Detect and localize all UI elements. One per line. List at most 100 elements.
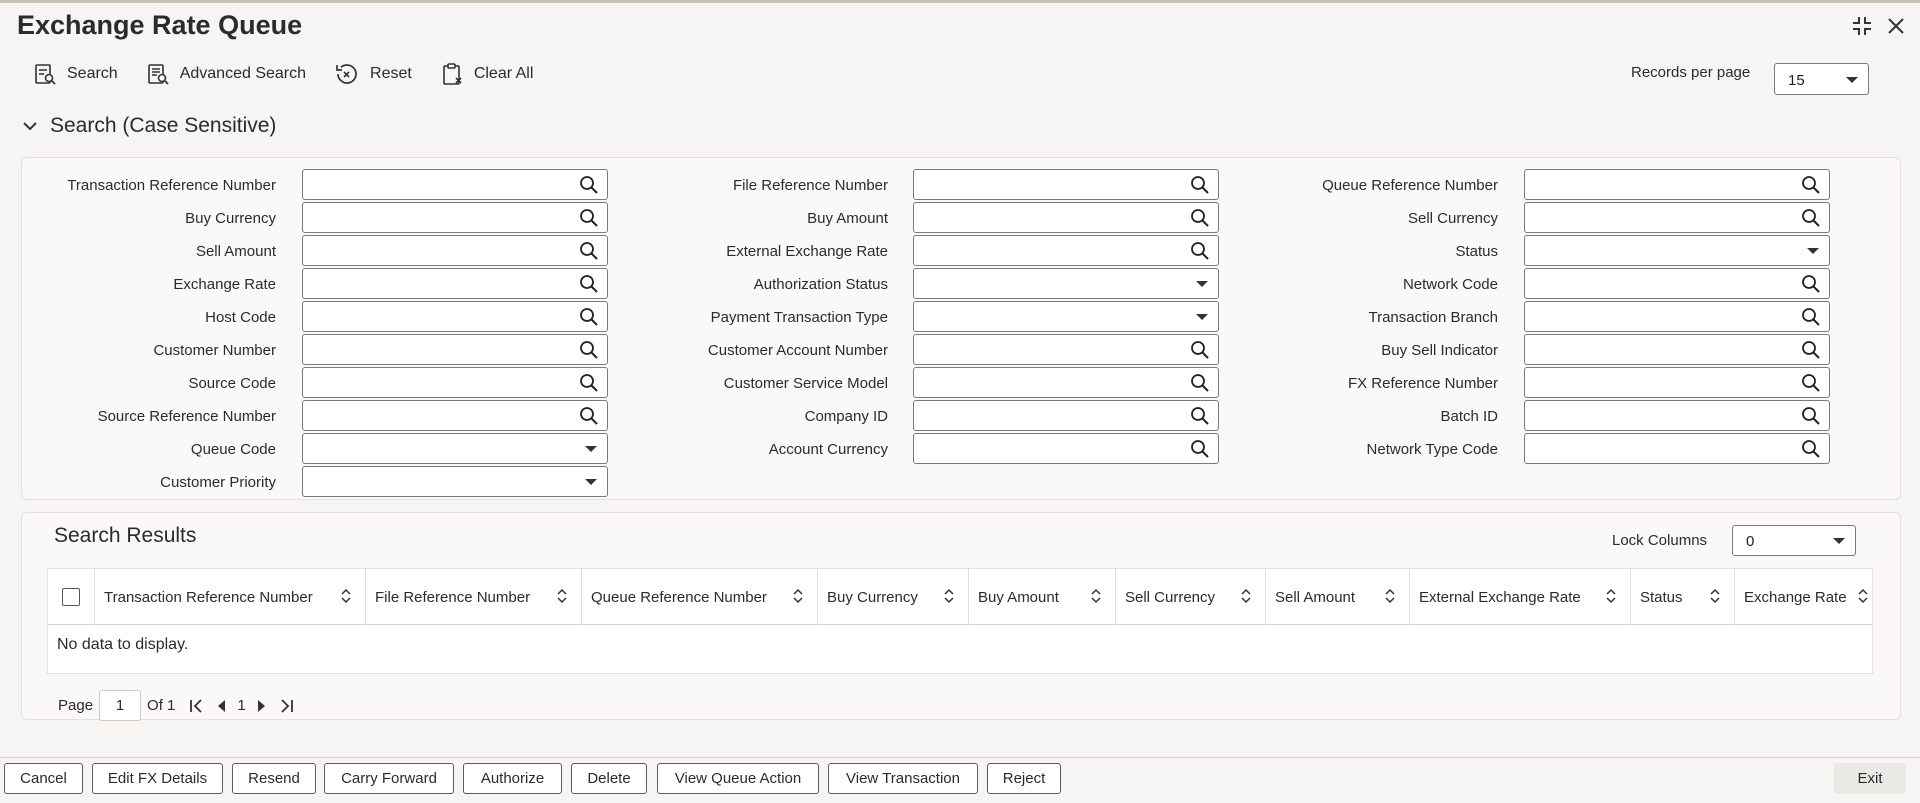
search-icon[interactable] [1801,439,1821,459]
sort-icon[interactable] [1241,588,1251,604]
search-section-toggle[interactable]: Search (Case Sensitive) [22,114,276,138]
queue-code-select[interactable] [302,433,608,464]
search-icon[interactable] [579,307,599,327]
column-header[interactable]: Exchange Rate [1735,569,1874,625]
search-icon[interactable] [1801,373,1821,393]
view-transaction-button[interactable]: View Transaction [828,763,978,794]
reject-button[interactable]: Reject [987,763,1061,794]
search-icon[interactable] [1801,307,1821,327]
search-button[interactable]: Search [33,62,118,86]
reset-button[interactable]: Reset [334,62,412,86]
queue-reference-number-input[interactable] [1524,169,1830,200]
lock-columns-select[interactable]: 0 [1732,525,1856,556]
sell-currency-input[interactable] [1524,202,1830,233]
source-code-input[interactable] [302,367,608,398]
search-icon[interactable] [1801,208,1821,228]
sort-icon[interactable] [1858,588,1868,604]
search-icon[interactable] [1190,340,1210,360]
search-icon[interactable] [1801,340,1821,360]
column-header[interactable]: Buy Currency [818,569,969,625]
sort-icon[interactable] [944,588,954,604]
column-header-label: Sell Currency [1125,588,1216,606]
search-icon[interactable] [1190,208,1210,228]
authorize-button[interactable]: Authorize [463,763,562,794]
search-icon[interactable] [1190,439,1210,459]
source-reference-number-input[interactable] [302,400,608,431]
customer-account-number-input[interactable] [913,334,1219,365]
column-header[interactable]: Transaction Reference Number [95,569,366,625]
search-icon[interactable] [579,208,599,228]
exchange-rate-input[interactable] [302,268,608,299]
chevron-down-icon [23,122,37,131]
batch-id-label: Batch ID [1440,408,1498,425]
column-header[interactable]: Sell Amount [1266,569,1410,625]
payment-transaction-type-select[interactable] [913,301,1219,332]
column-header[interactable]: Queue Reference Number [582,569,818,625]
customer-priority-select[interactable] [302,466,608,497]
transaction-reference-number-input[interactable] [302,169,608,200]
view-queue-action-button[interactable]: View Queue Action [657,763,819,794]
sort-icon[interactable] [1091,588,1101,604]
records-per-page-select[interactable]: 15 [1774,63,1869,95]
search-icon[interactable] [579,175,599,195]
next-page-icon[interactable] [256,699,268,713]
select-all-checkbox[interactable] [62,588,80,606]
advanced-search-button[interactable]: Advanced Search [146,62,306,86]
delete-button[interactable]: Delete [571,763,647,794]
file-reference-number-input[interactable] [913,169,1219,200]
search-icon[interactable] [1190,175,1210,195]
cancel-button[interactable]: Cancel [4,763,83,794]
sort-icon[interactable] [1385,588,1395,604]
minimize-icon[interactable] [1850,14,1874,43]
page-number-input[interactable]: 1 [99,690,142,721]
sort-icon[interactable] [1606,588,1616,604]
carry-forward-button[interactable]: Carry Forward [324,763,454,794]
search-icon[interactable] [579,274,599,294]
buy-currency-input[interactable] [302,202,608,233]
buy-amount-input[interactable] [913,202,1219,233]
search-icon[interactable] [1801,175,1821,195]
sort-icon[interactable] [793,588,803,604]
exit-button[interactable]: Exit [1834,763,1906,794]
column-header[interactable]: Sell Currency [1116,569,1266,625]
sell-amount-input[interactable] [302,235,608,266]
previous-page-icon[interactable] [215,699,227,713]
customer-service-model-input[interactable] [913,367,1219,398]
search-icon[interactable] [579,373,599,393]
search-icon[interactable] [579,340,599,360]
host-code-input[interactable] [302,301,608,332]
sort-icon[interactable] [1710,588,1720,604]
column-header[interactable]: Buy Amount [969,569,1116,625]
fx-reference-number-input[interactable] [1524,367,1830,398]
transaction-branch-input[interactable] [1524,301,1830,332]
search-icon[interactable] [579,406,599,426]
account-currency-input[interactable] [913,433,1219,464]
search-icon[interactable] [1190,373,1210,393]
column-header[interactable]: External Exchange Rate [1410,569,1631,625]
account-currency-label: Account Currency [768,441,888,458]
last-page-icon[interactable] [278,698,294,714]
customer-number-input[interactable] [302,334,608,365]
search-icon[interactable] [1190,406,1210,426]
company-id-input[interactable] [913,400,1219,431]
batch-id-input[interactable] [1524,400,1830,431]
close-icon[interactable] [1886,16,1906,41]
authorization-status-select[interactable] [913,268,1219,299]
edit-fx-details-button[interactable]: Edit FX Details [92,763,223,794]
status-select[interactable] [1524,235,1830,266]
sort-icon[interactable] [341,588,351,604]
search-icon[interactable] [579,241,599,261]
network-code-input[interactable] [1524,268,1830,299]
sort-icon[interactable] [557,588,567,604]
network-type-code-input[interactable] [1524,433,1830,464]
resend-button[interactable]: Resend [232,763,316,794]
external-exchange-rate-input[interactable] [913,235,1219,266]
buy-sell-indicator-input[interactable] [1524,334,1830,365]
search-icon[interactable] [1801,274,1821,294]
search-icon[interactable] [1801,406,1821,426]
column-header[interactable]: File Reference Number [366,569,582,625]
first-page-icon[interactable] [189,698,205,714]
search-icon[interactable] [1190,241,1210,261]
column-header[interactable]: Status [1631,569,1735,625]
clear-all-button[interactable]: Clear All [440,62,533,86]
